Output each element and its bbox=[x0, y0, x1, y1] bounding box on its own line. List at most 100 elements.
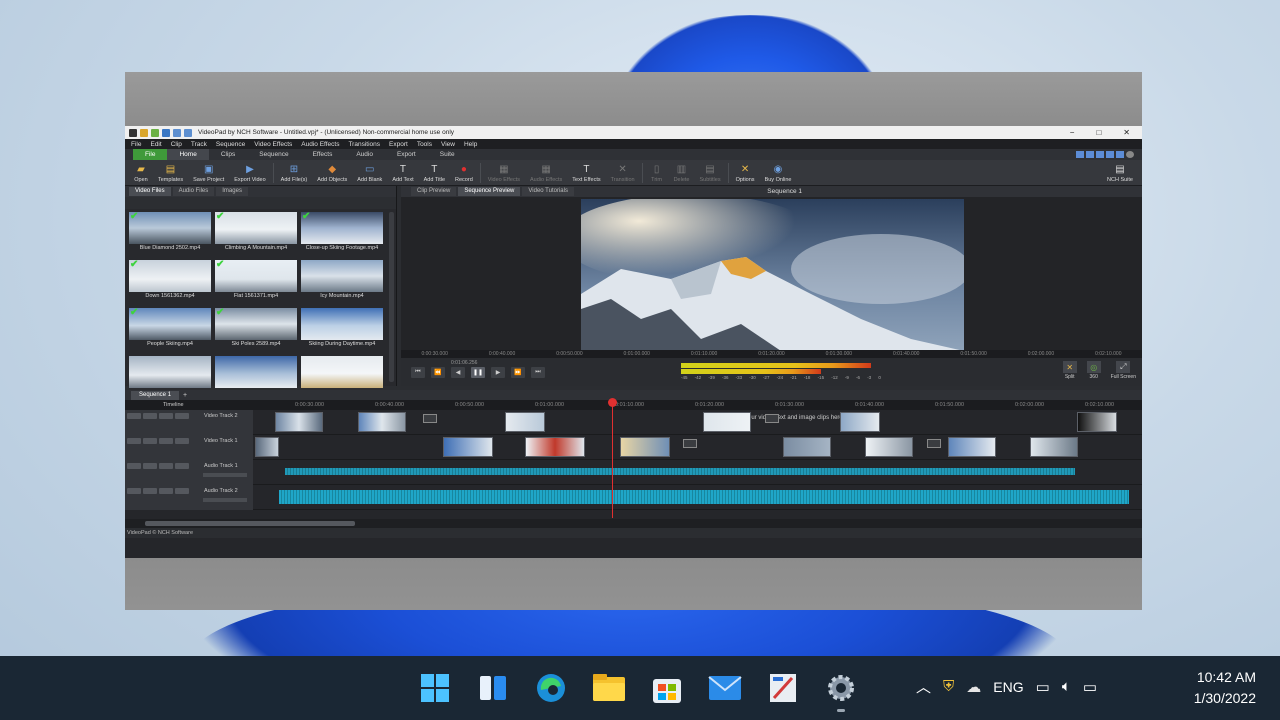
go-to-start-button[interactable]: ⏮ bbox=[411, 366, 425, 378]
next-frame-button[interactable]: ⏩ bbox=[511, 366, 525, 378]
step-back-button[interactable]: ◀ bbox=[451, 366, 465, 378]
media-item[interactable]: ✔ Flat 1561371.mp4 bbox=[213, 260, 299, 306]
go-to-end-button[interactable]: ⏭ bbox=[531, 366, 545, 378]
timeline-ruler[interactable]: Timeline 0:00:30.000 0:00:40.000 0:00:50… bbox=[125, 400, 1142, 410]
track-lane[interactable]: Drag and drop your video, text and image… bbox=[255, 410, 1132, 435]
menu-transitions[interactable]: Transitions bbox=[348, 141, 380, 148]
redo-icon[interactable] bbox=[184, 128, 192, 137]
twitter-icon[interactable] bbox=[1096, 151, 1104, 158]
transition-marker[interactable] bbox=[683, 439, 697, 448]
video-clip[interactable] bbox=[620, 437, 670, 457]
menu-file[interactable]: File bbox=[131, 141, 141, 148]
video-clip[interactable] bbox=[783, 437, 831, 457]
buy-online-button[interactable]: ◉ Buy Online bbox=[760, 159, 797, 183]
new-icon[interactable] bbox=[140, 128, 148, 137]
battery-icon[interactable]: ▭ bbox=[1083, 678, 1097, 696]
fx-icon[interactable] bbox=[175, 463, 189, 469]
menu-export[interactable]: Export bbox=[389, 141, 408, 148]
text-effects-button[interactable]: T Text Effects bbox=[567, 159, 605, 183]
menu-tools[interactable]: Tools bbox=[417, 141, 432, 148]
video-clip[interactable] bbox=[840, 412, 880, 432]
add-sequence-icon[interactable]: + bbox=[183, 392, 187, 399]
collapse-icon[interactable] bbox=[127, 413, 141, 419]
media-item[interactable]: Skiing During Daytime.mp4 bbox=[299, 308, 385, 354]
add-text-button[interactable]: T Add Text bbox=[387, 159, 418, 183]
mute-icon[interactable] bbox=[143, 463, 157, 469]
video-clip[interactable] bbox=[703, 412, 751, 432]
transition-marker[interactable] bbox=[927, 439, 941, 448]
templates-button[interactable]: ▤ Templates bbox=[153, 159, 188, 183]
chevron-up-icon[interactable]: ︿ bbox=[916, 676, 931, 697]
split-button[interactable]: ✕ Split bbox=[1062, 361, 1077, 380]
video-clip[interactable] bbox=[443, 437, 493, 457]
add-objects-button[interactable]: ◆ Add Objects bbox=[312, 159, 352, 183]
video-clip[interactable] bbox=[1077, 412, 1117, 432]
help-icon[interactable] bbox=[1126, 151, 1134, 158]
settings-button[interactable] bbox=[823, 670, 859, 712]
media-item[interactable]: ✔ People Skiing.mp4 bbox=[127, 308, 213, 354]
collapse-icon[interactable] bbox=[127, 438, 141, 444]
menu-view[interactable]: View bbox=[441, 141, 455, 148]
save-project-button[interactable]: ▣ Save Project bbox=[188, 159, 229, 183]
volume-icon[interactable]: 🔈︎ bbox=[1062, 678, 1071, 695]
video-clip[interactable] bbox=[275, 412, 323, 432]
fx-icon[interactable] bbox=[175, 413, 189, 419]
video-clip[interactable] bbox=[358, 412, 406, 432]
track-lane[interactable] bbox=[255, 460, 1132, 485]
undo-icon[interactable] bbox=[173, 128, 181, 137]
share-icon[interactable] bbox=[1076, 151, 1084, 158]
start-button[interactable] bbox=[417, 670, 453, 706]
add-title-button[interactable]: T Add Title bbox=[419, 159, 450, 183]
close-button[interactable]: ✕ bbox=[1123, 128, 1130, 137]
record-button[interactable]: ● Record bbox=[450, 159, 478, 183]
fx-icon[interactable] bbox=[175, 438, 189, 444]
media-item[interactable]: ✔ Blue Diamond 2502.mp4 bbox=[127, 212, 213, 258]
save-icon[interactable] bbox=[162, 128, 170, 137]
video-clip[interactable] bbox=[1030, 437, 1078, 457]
full-screen-button[interactable]: ⤢ Full Screen bbox=[1111, 361, 1136, 380]
track-lane[interactable] bbox=[255, 485, 1132, 510]
menu-help[interactable]: Help bbox=[464, 141, 477, 148]
open-button[interactable]: ▰ Open bbox=[129, 159, 153, 183]
transition-marker[interactable] bbox=[765, 414, 779, 423]
maximize-button[interactable]: □ bbox=[1096, 128, 1101, 137]
media-item[interactable]: ✔ Climbing A Mountain.mp4 bbox=[213, 212, 299, 258]
mail-button[interactable] bbox=[707, 670, 743, 706]
minimize-button[interactable]: − bbox=[1070, 128, 1075, 137]
tab-clip-preview[interactable]: Clip Preview bbox=[411, 187, 457, 196]
media-item[interactable]: ✔ Close-up Skiing Footage.mp4 bbox=[299, 212, 385, 258]
menu-track[interactable]: Track bbox=[191, 141, 207, 148]
lock-icon[interactable] bbox=[159, 438, 173, 444]
edge-button[interactable] bbox=[533, 670, 569, 706]
timeline-scrollbar[interactable] bbox=[145, 521, 355, 526]
step-forward-button[interactable]: ▶ bbox=[491, 366, 505, 378]
nch-suite-button[interactable]: ▤ NCH Suite bbox=[1102, 159, 1138, 183]
linkedin-icon[interactable] bbox=[1116, 151, 1124, 158]
playhead[interactable] bbox=[608, 398, 617, 518]
delete-button[interactable]: ▥ Delete bbox=[669, 159, 695, 183]
paint-button[interactable] bbox=[765, 670, 801, 706]
language-indicator[interactable]: ENG bbox=[993, 679, 1023, 695]
preview-ruler[interactable]: 0:00:30.000 0:00:40.000 0:00:50.000 0:01… bbox=[401, 350, 1142, 358]
youtube-icon[interactable] bbox=[1106, 151, 1114, 158]
add-files-button[interactable]: ⊞ Add File(s) bbox=[276, 159, 313, 183]
media-item[interactable]: Icy Mountain.mp4 bbox=[299, 260, 385, 306]
clock[interactable]: 10:42 AM 1/30/2022 bbox=[1180, 667, 1256, 709]
facebook-icon[interactable] bbox=[1086, 151, 1094, 158]
widgets-button[interactable] bbox=[475, 670, 511, 706]
video-clip[interactable] bbox=[865, 437, 913, 457]
menu-audio-effects[interactable]: Audio Effects bbox=[301, 141, 339, 148]
lock-icon[interactable] bbox=[159, 488, 173, 494]
audio-effects-button[interactable]: ▦ Audio Effects bbox=[525, 159, 567, 183]
video-clip[interactable] bbox=[948, 437, 996, 457]
video-clip[interactable] bbox=[255, 437, 279, 457]
media-scrollbar[interactable] bbox=[389, 212, 394, 382]
visibility-icon[interactable] bbox=[143, 413, 157, 419]
audio-waveform[interactable] bbox=[285, 468, 1075, 475]
tab-video-tutorials[interactable]: Video Tutorials bbox=[522, 187, 574, 196]
tab-video-files[interactable]: Video Files bbox=[129, 187, 171, 196]
tab-sequence-preview[interactable]: Sequence Preview bbox=[458, 187, 521, 196]
track-volume-slider[interactable] bbox=[203, 498, 247, 502]
media-item[interactable]: ✔ Down 1561362.mp4 bbox=[127, 260, 213, 306]
transition-button[interactable]: ✕ Transition bbox=[606, 159, 640, 183]
